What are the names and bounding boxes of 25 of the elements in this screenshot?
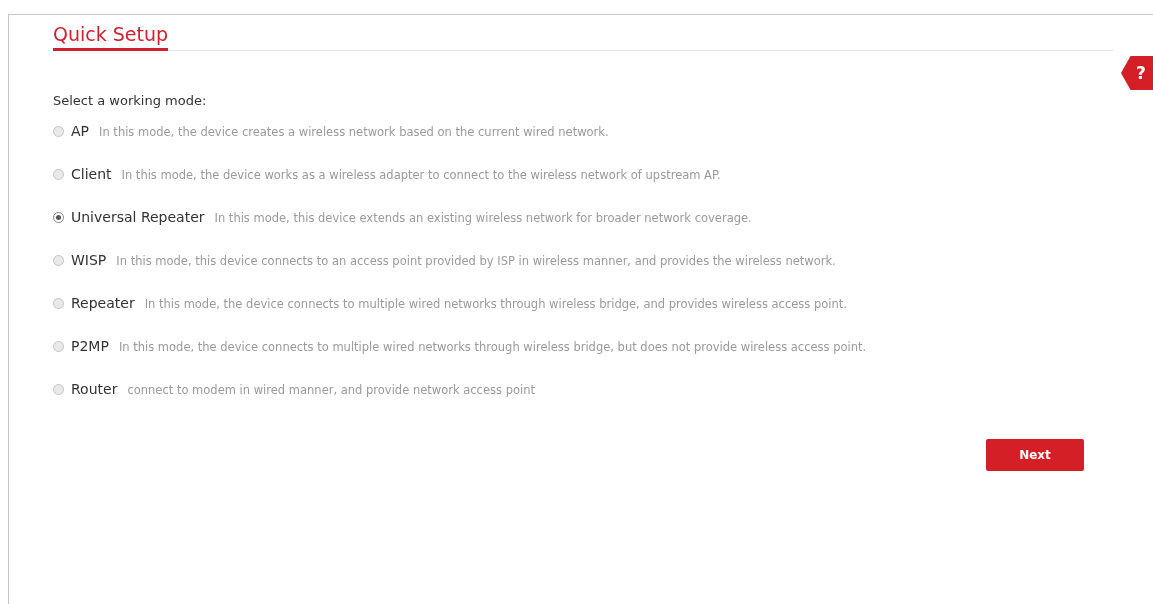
- radio-button[interactable]: [53, 341, 64, 352]
- mode-name: WISP: [71, 252, 107, 268]
- mode-description: In this mode, the device connects to multiple wired networks through wireless bridge, but does not provide wireless access point.: [118, 340, 867, 354]
- mode-description: In this mode, the device works as a wireless adapter to connect to the wireless network of upstream AP.: [121, 168, 721, 182]
- page-title: Quick Setup: [53, 23, 169, 51]
- mode-name: Router: [71, 381, 118, 397]
- mode-name: Client: [71, 166, 112, 182]
- radio-button[interactable]: [53, 212, 64, 223]
- radio-button[interactable]: [53, 255, 64, 266]
- mode-description: connect to modem in wired manner, and provide network access point: [127, 383, 535, 397]
- mode-description: In this mode, the device connects to multiple wired networks through wireless bridge, and provides wireless access point.: [144, 297, 847, 311]
- next-button[interactable]: Next: [986, 439, 1084, 471]
- mode-name: AP: [71, 123, 90, 139]
- mode-description: In this mode, the device creates a wireless network based on the current wired network.: [99, 125, 609, 139]
- radio-button[interactable]: [53, 126, 64, 137]
- radio-button[interactable]: [53, 298, 64, 309]
- mode-name: Repeater: [71, 295, 135, 311]
- mode-name: Universal Repeater: [71, 209, 205, 225]
- radio-button[interactable]: [53, 384, 64, 395]
- help-tab[interactable]: ?: [1121, 56, 1153, 90]
- radio-button[interactable]: [53, 169, 64, 180]
- mode-description: In this mode, this device connects to an access point provided by ISP in wireless manner, and provides the wireless network.: [116, 254, 836, 268]
- mode-name: P2MP: [71, 338, 109, 354]
- mode-description: In this mode, this device extends an existing wireless network for broader network coverage.: [214, 211, 752, 225]
- prompt-label: Select a working mode:: [53, 93, 208, 108]
